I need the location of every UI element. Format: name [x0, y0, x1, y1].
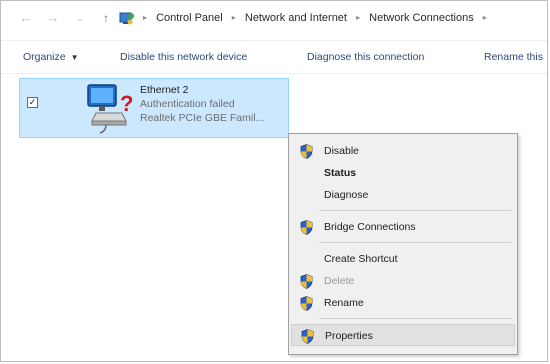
svg-text:?: ?: [120, 91, 133, 116]
uac-shield-icon: [300, 296, 313, 311]
menu-label: Disable: [324, 145, 360, 157]
rename-connection-button[interactable]: Rename this: [484, 51, 543, 63]
menu-label: Delete: [324, 275, 355, 287]
connection-details: Ethernet 2 Authentication failed Realtek…: [140, 83, 264, 125]
menu-item-rename[interactable]: Rename: [291, 292, 515, 314]
menu-label: Properties: [325, 330, 373, 342]
menu-separator: [319, 318, 511, 319]
menu-separator: [319, 242, 511, 243]
connection-name: Ethernet 2: [140, 84, 189, 96]
menu-item-diagnose[interactable]: Diagnose: [291, 184, 515, 206]
context-menu: Disable Status Diagnose Bridge Connectio…: [288, 133, 518, 355]
control-panel-icon: [119, 12, 134, 25]
connection-item-ethernet-2[interactable]: ✓ ? Ethernet 2 Authentication failed Rea…: [19, 78, 289, 138]
organize-button[interactable]: Organize ▼: [23, 51, 79, 63]
menu-separator: [319, 210, 511, 211]
uac-shield-icon: [300, 144, 313, 159]
forward-arrow-icon[interactable]: →: [46, 11, 60, 25]
menu-item-delete[interactable]: Delete: [291, 270, 515, 292]
adapter-name: Realtek PCIe GBE Famil...: [140, 112, 265, 124]
menu-label: Diagnose: [324, 189, 369, 201]
back-arrow-icon[interactable]: ←: [19, 11, 33, 25]
chevron-down-icon: ▼: [70, 53, 79, 62]
recent-locations-icon[interactable]: ⌄: [73, 11, 87, 25]
chevron-right-icon[interactable]: ▸: [143, 13, 147, 22]
disable-device-button[interactable]: Disable this network device: [120, 51, 247, 63]
connection-status: Authentication failed: [140, 98, 235, 110]
chevron-right-icon[interactable]: ▸: [356, 13, 360, 22]
menu-item-status[interactable]: Status: [291, 162, 515, 184]
network-adapter-icon: ?: [87, 84, 133, 134]
uac-shield-icon: [300, 274, 313, 289]
menu-item-properties[interactable]: Properties: [291, 324, 515, 346]
chevron-right-icon[interactable]: ▸: [232, 13, 236, 22]
chevron-right-icon[interactable]: ▸: [483, 13, 487, 22]
menu-label: Create Shortcut: [324, 253, 398, 265]
menu-item-bridge-connections[interactable]: Bridge Connections: [291, 216, 515, 238]
address-bar: ← → ⌄ ↑ ▸ Control Panel ▸ Network and In…: [1, 1, 547, 35]
breadcrumb-network-connections[interactable]: Network Connections: [369, 12, 474, 24]
uac-shield-icon: [300, 220, 313, 235]
organize-label: Organize: [23, 51, 66, 63]
menu-label: Status: [324, 167, 357, 179]
breadcrumb-control-panel[interactable]: Control Panel: [156, 12, 223, 24]
command-bar: Organize ▼ Disable this network device Di…: [1, 40, 547, 74]
menu-label: Rename: [324, 297, 364, 309]
item-checkbox[interactable]: ✓: [27, 97, 38, 108]
uac-shield-icon: [301, 329, 314, 344]
breadcrumb-network-and-internet[interactable]: Network and Internet: [245, 12, 347, 24]
menu-item-disable[interactable]: Disable: [291, 140, 515, 162]
menu-label: Bridge Connections: [324, 221, 416, 233]
diagnose-connection-button[interactable]: Diagnose this connection: [307, 51, 424, 63]
menu-item-create-shortcut[interactable]: Create Shortcut: [291, 248, 515, 270]
breadcrumb: ▸ Control Panel ▸ Network and Internet ▸…: [137, 12, 493, 24]
up-arrow-icon[interactable]: ↑: [99, 11, 113, 25]
